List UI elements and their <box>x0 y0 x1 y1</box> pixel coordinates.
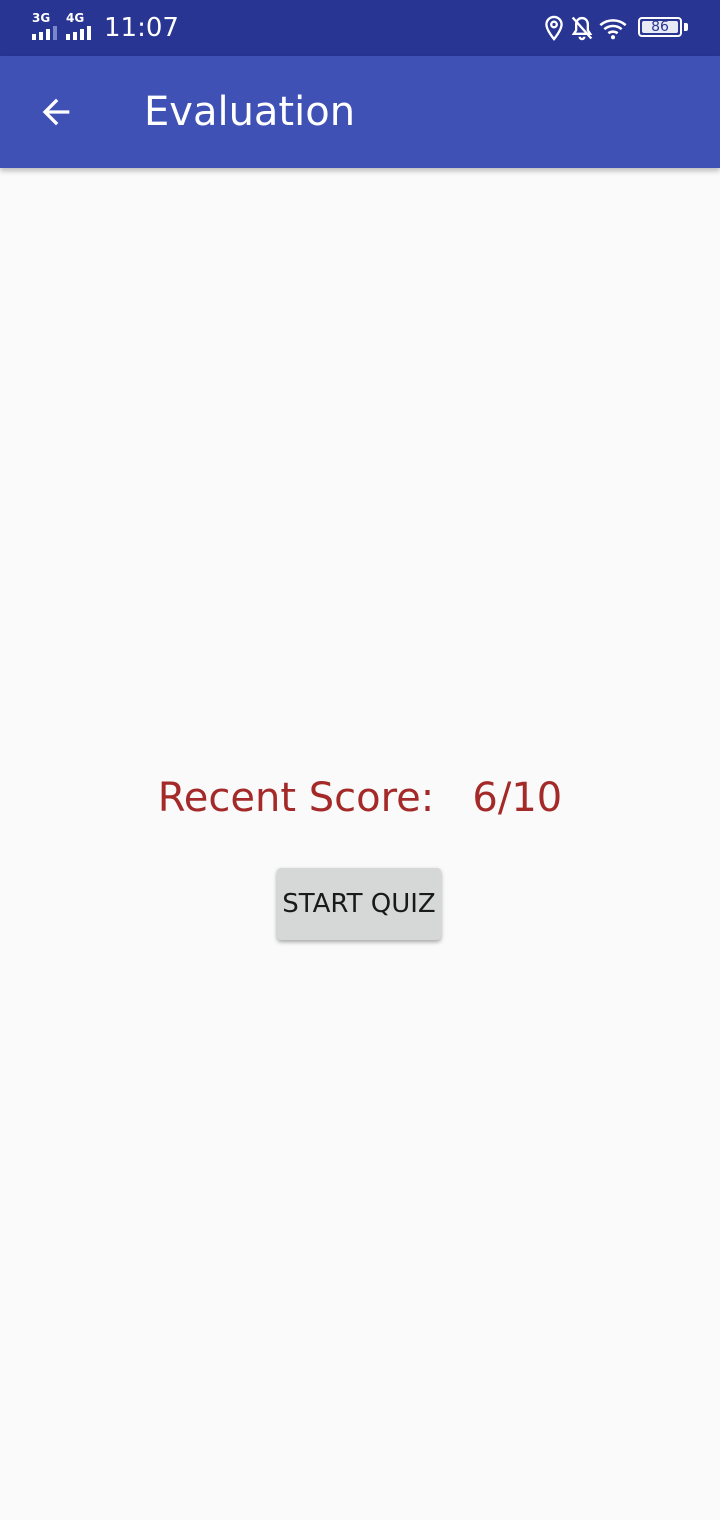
signal-3g-icon: 3G <box>32 12 64 44</box>
start-quiz-button[interactable]: START QUIZ <box>277 868 441 940</box>
signal-4g-icon: 4G <box>66 12 98 44</box>
evaluation-screen: 3G 4G 11:07 86 Evaluation Recent Score: … <box>0 0 720 1520</box>
location-icon <box>540 14 568 42</box>
recent-score-value: 6/10 <box>472 775 563 821</box>
battery-level: 86 <box>651 19 669 35</box>
arrow-back-icon <box>42 98 70 126</box>
recent-score: Recent Score: 6/10 <box>0 770 720 826</box>
network-type-3g: 3G <box>32 11 51 25</box>
page-title: Evaluation <box>144 89 356 135</box>
notifications-off-icon <box>568 14 596 42</box>
app-bar: Evaluation <box>0 56 720 168</box>
wifi-icon <box>598 14 628 42</box>
status-time: 11:07 <box>104 13 179 43</box>
status-bar: 3G 4G 11:07 86 <box>0 0 720 56</box>
network-type-4g: 4G <box>66 11 85 25</box>
back-button[interactable] <box>24 78 88 146</box>
recent-score-label: Recent Score: <box>157 775 435 821</box>
battery-tip <box>684 23 688 31</box>
